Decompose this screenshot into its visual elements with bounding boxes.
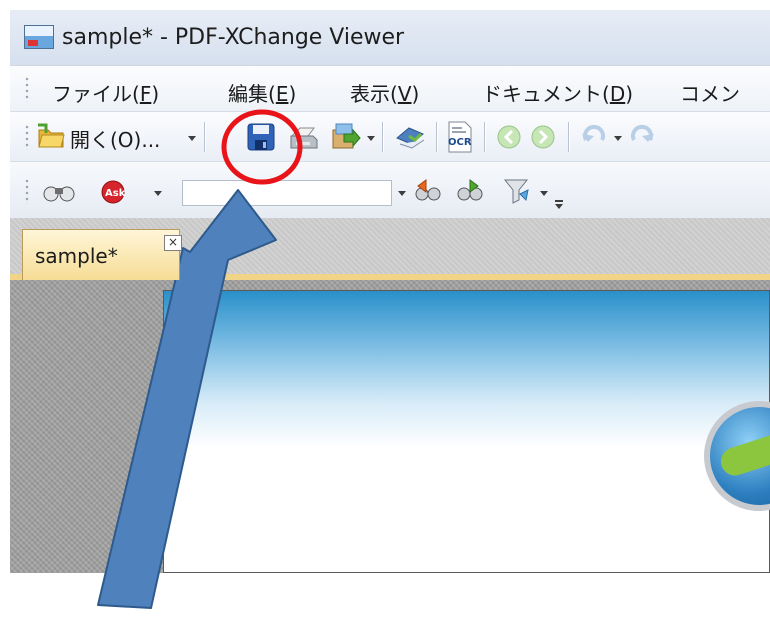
binoculars-icon[interactable] [42, 180, 76, 204]
tab-label: sample* [35, 244, 118, 268]
highlight-icon[interactable] [502, 176, 532, 206]
menu-bar: ファイル(F) 編集(E) 表示(V) ドキュメント(D) コメン [10, 65, 770, 112]
find-previous-icon[interactable] [412, 178, 442, 206]
application-window: sample* - PDF-XChange Viewer ファイル(F) 編集(… [10, 10, 770, 573]
menu-view[interactable]: 表示(V) [350, 78, 419, 107]
toolbar-grip-icon[interactable] [24, 76, 30, 102]
ask-search-icon[interactable]: Ask [100, 179, 130, 205]
toolbar-grip-icon[interactable] [24, 124, 30, 150]
document-tab-strip: sample* × [10, 218, 770, 280]
toolbar-separator [382, 122, 383, 152]
undo-icon[interactable] [580, 124, 608, 150]
toolbar-separator [484, 122, 485, 152]
ocr-icon[interactable]: OCR [446, 121, 474, 153]
redo-icon[interactable] [628, 124, 656, 150]
toolbar-separator [204, 122, 205, 152]
page-logo-graphic [704, 401, 770, 511]
highlight-dropdown-icon[interactable] [540, 191, 548, 196]
save-icon[interactable] [246, 122, 276, 152]
toolbar-overflow-icon[interactable] [555, 200, 563, 209]
close-icon[interactable]: × [164, 235, 182, 251]
find-next-icon[interactable] [454, 178, 484, 206]
main-toolbar: 開く(O)... OCR [10, 111, 770, 162]
open-button[interactable]: 開く(O)... [70, 124, 160, 153]
menu-edit[interactable]: 編集(E) [228, 78, 296, 107]
search-input[interactable] [182, 180, 392, 206]
tab-sample[interactable]: sample* × [22, 229, 182, 280]
title-bar: sample* - PDF-XChange Viewer [10, 10, 770, 65]
ocr-label: OCR [448, 137, 472, 148]
menu-document[interactable]: ドキュメント(D) [482, 78, 633, 107]
menu-file[interactable]: ファイル(F) [52, 78, 159, 107]
export-icon[interactable] [328, 120, 362, 152]
scan-icon[interactable] [394, 122, 426, 152]
undo-dropdown-icon[interactable] [614, 136, 622, 141]
app-icon [24, 25, 54, 49]
forward-icon[interactable] [530, 124, 556, 150]
search-engine-dropdown-icon[interactable] [154, 191, 162, 196]
back-icon[interactable] [496, 124, 522, 150]
window-title: sample* - PDF-XChange Viewer [62, 25, 405, 50]
toolbar-grip-icon[interactable] [24, 178, 30, 204]
menu-comment[interactable]: コメン [680, 78, 740, 107]
toolbar-separator [568, 122, 569, 152]
screenshot: sample* - PDF-XChange Viewer ファイル(F) 編集(… [0, 0, 770, 622]
open-folder-icon[interactable] [36, 121, 66, 151]
print-icon[interactable] [288, 122, 320, 152]
document-workspace[interactable] [10, 280, 770, 573]
find-toolbar: Ask [10, 161, 770, 219]
svg-text:Ask: Ask [105, 188, 126, 199]
search-dropdown-icon[interactable] [398, 191, 406, 196]
export-dropdown-icon[interactable] [367, 136, 375, 141]
pdf-page[interactable] [163, 290, 770, 573]
open-dropdown-icon[interactable] [188, 136, 196, 141]
toolbar-separator [436, 122, 437, 152]
